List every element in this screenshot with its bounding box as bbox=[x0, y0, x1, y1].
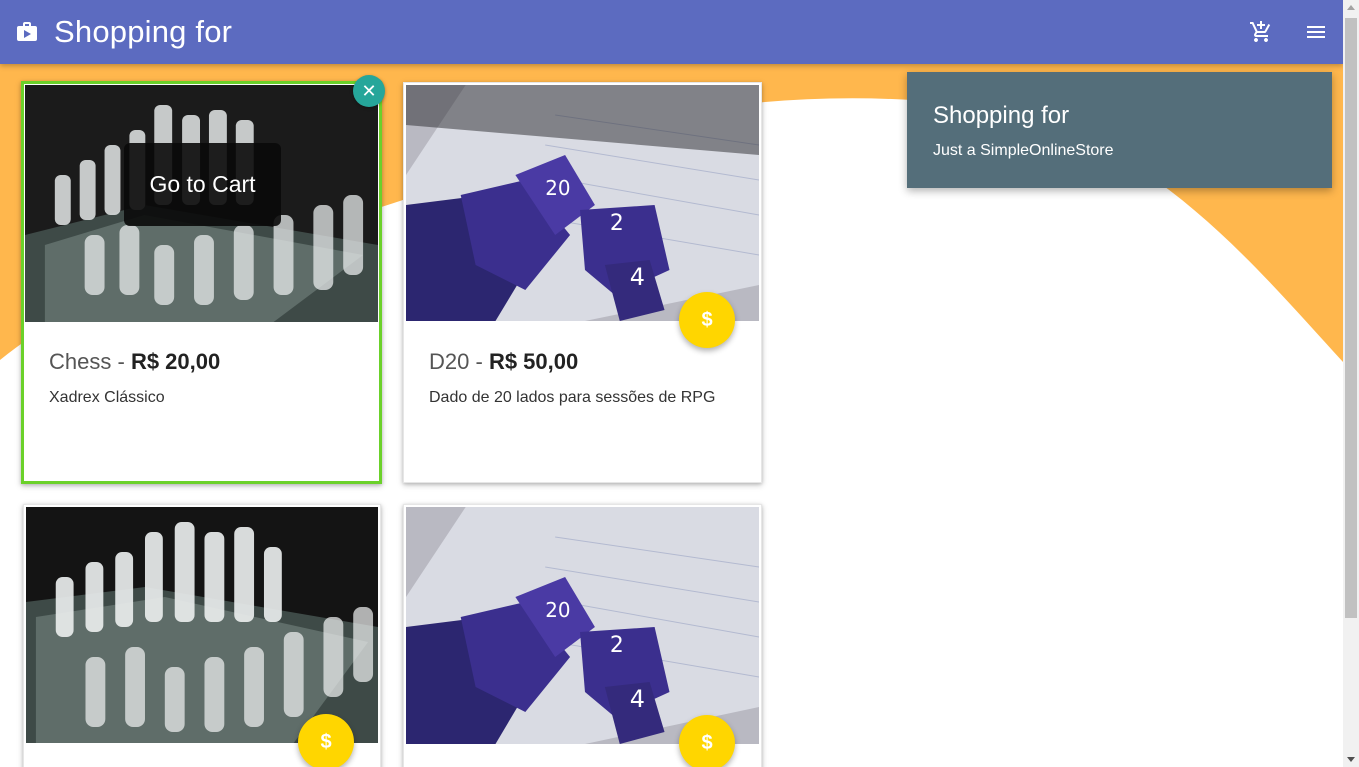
scrollbar-thumb[interactable] bbox=[1345, 18, 1357, 618]
product-price: R$ 50,00 bbox=[488, 349, 579, 374]
panel-title: Shopping for bbox=[933, 102, 1070, 129]
svg-text:2: 2 bbox=[610, 633, 624, 658]
store-info-panel: Shopping for Just a SimpleOnlineStore bbox=[907, 72, 1332, 188]
product-name: Chess bbox=[49, 349, 112, 374]
page-scrollbar[interactable] bbox=[1343, 0, 1359, 767]
svg-text:4: 4 bbox=[630, 263, 645, 291]
shopping-bag-icon bbox=[15, 20, 39, 44]
panel-subtitle: Just a SimpleOnlineStore bbox=[933, 142, 1114, 159]
buy-button[interactable]: $ bbox=[679, 715, 735, 767]
product-description: Xadrex Clássico bbox=[49, 389, 165, 406]
product-card[interactable]: Chess - R$ 20,00 Xadrex Clássico bbox=[21, 81, 382, 484]
separator: - bbox=[475, 349, 483, 374]
app-bar: Shopping for bbox=[0, 0, 1343, 64]
dice-photo: 20 2 4 bbox=[406, 507, 759, 744]
app-title: Shopping for bbox=[54, 14, 233, 49]
add-shopping-cart-icon[interactable] bbox=[1249, 20, 1273, 44]
svg-text:20: 20 bbox=[545, 598, 570, 622]
go-to-cart-button[interactable]: Go to Cart bbox=[124, 143, 281, 226]
svg-text:20: 20 bbox=[545, 176, 570, 200]
buy-button[interactable]: $ bbox=[679, 292, 735, 348]
dice-photo: 20 2 4 bbox=[406, 85, 759, 321]
product-card[interactable]: 20 2 4 D20 - R$ 50,00 Dado de 20 lados p… bbox=[403, 82, 762, 483]
separator: - bbox=[117, 349, 125, 374]
buy-button[interactable]: $ bbox=[298, 714, 354, 767]
product-title: D20 - R$ 50,00 bbox=[429, 349, 578, 375]
svg-text:4: 4 bbox=[630, 685, 645, 713]
scroll-down-icon[interactable] bbox=[1347, 757, 1355, 762]
hamburger-menu-icon[interactable] bbox=[1304, 20, 1328, 44]
product-name: D20 bbox=[429, 349, 470, 374]
chess-photo bbox=[26, 507, 378, 743]
close-icon[interactable]: ✕ bbox=[353, 75, 385, 107]
svg-text:2: 2 bbox=[610, 211, 624, 236]
product-description: Dado de 20 lados para sessões de RPG bbox=[429, 389, 716, 406]
product-title: Chess - R$ 20,00 bbox=[49, 349, 220, 375]
scroll-up-icon[interactable] bbox=[1347, 5, 1355, 10]
product-price: R$ 20,00 bbox=[130, 349, 221, 374]
